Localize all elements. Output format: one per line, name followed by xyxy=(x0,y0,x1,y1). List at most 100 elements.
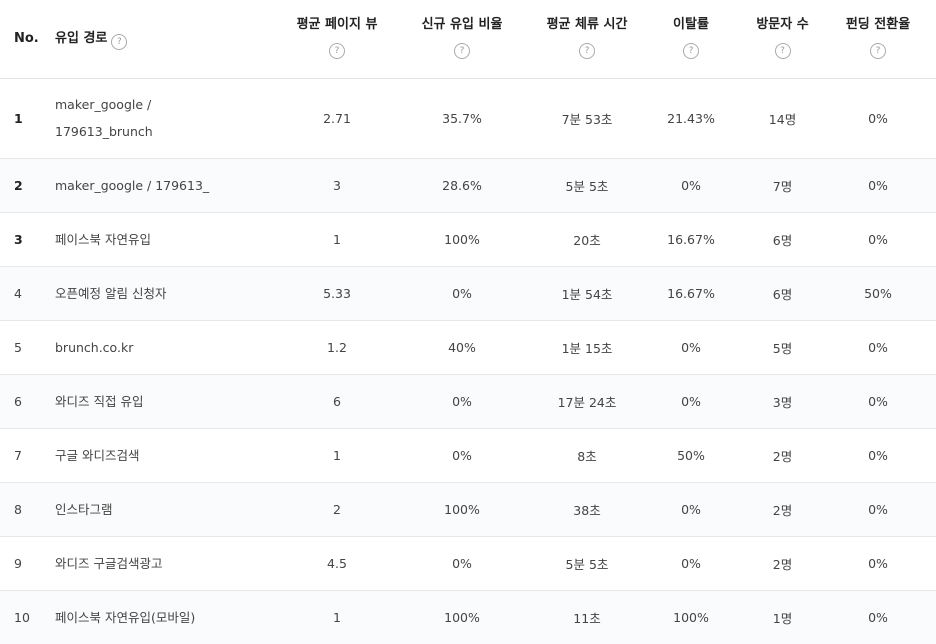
row-new-ratio: 40% xyxy=(448,339,476,355)
row-avg-pageview: 1 xyxy=(333,447,341,463)
row-avg-duration: 38초 xyxy=(573,502,601,518)
help-icon[interactable]: ? xyxy=(111,34,128,51)
row-no: 2 xyxy=(14,177,23,193)
row-avg-duration: 5분 5초 xyxy=(565,556,609,572)
header-visitors-label: 방문자 수 xyxy=(756,17,809,32)
table-row: 8 인스타그램 2 100% 38초 0% 2명 0% xyxy=(0,482,936,536)
row-bounce-rate: 100% xyxy=(673,609,709,625)
row-funding-conversion: 0% xyxy=(868,177,888,193)
row-source: maker_google /179613_brunch xyxy=(55,97,153,139)
row-visitors: 6명 xyxy=(772,232,793,248)
table-row: 9 와디즈 구글검색광고 4.5 0% 5분 5초 0% 2명 0% xyxy=(0,536,936,590)
row-visitors: 14명 xyxy=(768,111,797,127)
row-avg-pageview: 1 xyxy=(333,609,341,625)
help-icon[interactable]: ? xyxy=(683,43,699,59)
row-no: 1 xyxy=(14,110,23,126)
row-funding-conversion: 0% xyxy=(868,393,888,409)
row-visitors: 7명 xyxy=(772,178,793,194)
header-source-label: 유입 경로 xyxy=(55,31,108,47)
table-row: 5 brunch.co.kr 1.2 40% 1분 15초 0% 5명 0% xyxy=(0,320,936,374)
row-visitors: 2명 xyxy=(772,502,793,518)
row-source: 페이스북 자연유입(모바일) xyxy=(55,609,196,625)
row-bounce-rate: 0% xyxy=(681,177,701,193)
row-source: 오픈예정 알림 신청자 xyxy=(55,285,167,301)
row-avg-pageview: 5.33 xyxy=(323,285,351,301)
table-row: 1 maker_google /179613_brunch 2.71 35.7% 7분 … xyxy=(0,78,936,158)
help-icon[interactable]: ? xyxy=(774,43,791,59)
header-funding-conversion-label: 펀딩 전환율 xyxy=(845,17,911,32)
row-avg-pageview: 4.5 xyxy=(327,555,347,571)
row-bounce-rate: 50% xyxy=(677,447,705,463)
row-avg-pageview: 1.2 xyxy=(327,339,347,355)
table-row: 3 페이스북 자연유입 1 100% 20초 16.67% 6명 0% xyxy=(0,212,936,266)
header-avg-pageview-label: 평균 페이지 뷰 xyxy=(296,17,378,32)
header-bounce-rate: 이탈률 ? xyxy=(637,0,745,78)
header-visitors: 방문자 수 ? xyxy=(745,0,820,78)
row-source: 와디즈 구글검색광고 xyxy=(55,555,163,571)
row-source: 구글 와디즈검색 xyxy=(55,447,140,463)
row-avg-pageview: 3 xyxy=(333,177,341,193)
header-avg-duration: 평균 체류 시간 ? xyxy=(537,0,637,78)
table-row: 10 페이스북 자연유입(모바일) 1 100% 11초 100% 1명 0% xyxy=(0,590,936,644)
row-source: 와디즈 직접 유입 xyxy=(55,393,144,409)
header-new-ratio: 신규 유입 비율 ? xyxy=(387,0,537,78)
header-new-ratio-label: 신규 유입 비율 xyxy=(421,17,503,32)
row-avg-duration: 5분 5초 xyxy=(565,178,609,194)
row-no: 3 xyxy=(14,231,23,247)
row-visitors: 1명 xyxy=(772,610,793,626)
row-funding-conversion: 0% xyxy=(868,501,888,517)
help-icon[interactable]: ? xyxy=(329,43,345,59)
row-visitors: 6명 xyxy=(772,286,793,302)
row-avg-duration: 11초 xyxy=(573,610,601,626)
row-new-ratio: 100% xyxy=(444,231,480,247)
row-visitors: 5명 xyxy=(772,340,793,356)
row-avg-duration: 1분 54초 xyxy=(561,286,613,302)
row-avg-pageview: 2 xyxy=(333,501,341,517)
row-funding-conversion: 0% xyxy=(868,555,888,571)
row-funding-conversion: 0% xyxy=(868,231,888,247)
row-no: 5 xyxy=(14,339,22,355)
row-no: 4 xyxy=(14,285,22,301)
row-new-ratio: 0% xyxy=(452,555,472,571)
row-avg-duration: 20초 xyxy=(573,232,601,248)
row-new-ratio: 0% xyxy=(452,447,472,463)
table-row: 2 maker_google / 179613_ 3 28.6% 5분 5초 0% 7명 0% xyxy=(0,158,936,212)
row-no: 10 xyxy=(14,609,30,625)
row-source: maker_google / 179613_ xyxy=(55,177,210,193)
header-no: No. xyxy=(14,31,39,47)
row-funding-conversion: 0% xyxy=(868,339,888,355)
row-bounce-rate: 0% xyxy=(681,501,701,517)
traffic-source-table: No. 유입 경로? 평균 페이지 뷰 ? 신규 유입 비율 ? 평균 체류 시… xyxy=(0,0,936,644)
row-no: 8 xyxy=(14,501,22,517)
row-new-ratio: 0% xyxy=(452,285,472,301)
row-visitors: 2명 xyxy=(772,556,793,572)
row-funding-conversion: 0% xyxy=(868,110,888,126)
header-bounce-rate-label: 이탈률 xyxy=(673,17,709,32)
row-avg-duration: 8초 xyxy=(577,448,597,464)
header-avg-pageview: 평균 페이지 뷰 ? xyxy=(287,0,387,78)
row-bounce-rate: 0% xyxy=(681,393,701,409)
row-avg-pageview: 1 xyxy=(333,231,341,247)
row-source: 페이스북 자연유입 xyxy=(55,231,151,247)
help-icon[interactable]: ? xyxy=(454,43,470,59)
row-avg-pageview: 6 xyxy=(333,393,341,409)
row-source: brunch.co.kr xyxy=(55,339,134,355)
help-icon[interactable]: ? xyxy=(579,43,595,59)
row-bounce-rate: 16.67% xyxy=(667,231,715,247)
row-no: 9 xyxy=(14,555,22,571)
row-funding-conversion: 50% xyxy=(864,285,892,301)
help-icon[interactable]: ? xyxy=(870,43,886,59)
table-row: 7 구글 와디즈검색 1 0% 8초 50% 2명 0% xyxy=(0,428,936,482)
row-visitors: 3명 xyxy=(772,394,793,410)
row-avg-duration: 7분 53초 xyxy=(561,111,613,127)
row-source: 인스타그램 xyxy=(55,501,113,517)
row-avg-pageview: 2.71 xyxy=(323,110,351,126)
table-header-row: No. 유입 경로? 평균 페이지 뷰 ? 신규 유입 비율 ? 평균 체류 시… xyxy=(0,0,936,78)
row-new-ratio: 28.6% xyxy=(442,177,482,193)
row-funding-conversion: 0% xyxy=(868,447,888,463)
row-no: 6 xyxy=(14,393,22,409)
header-funding-conversion: 펀딩 전환율 ? xyxy=(820,0,936,78)
row-new-ratio: 35.7% xyxy=(442,110,482,126)
row-new-ratio: 0% xyxy=(452,393,472,409)
row-no: 7 xyxy=(14,447,22,463)
